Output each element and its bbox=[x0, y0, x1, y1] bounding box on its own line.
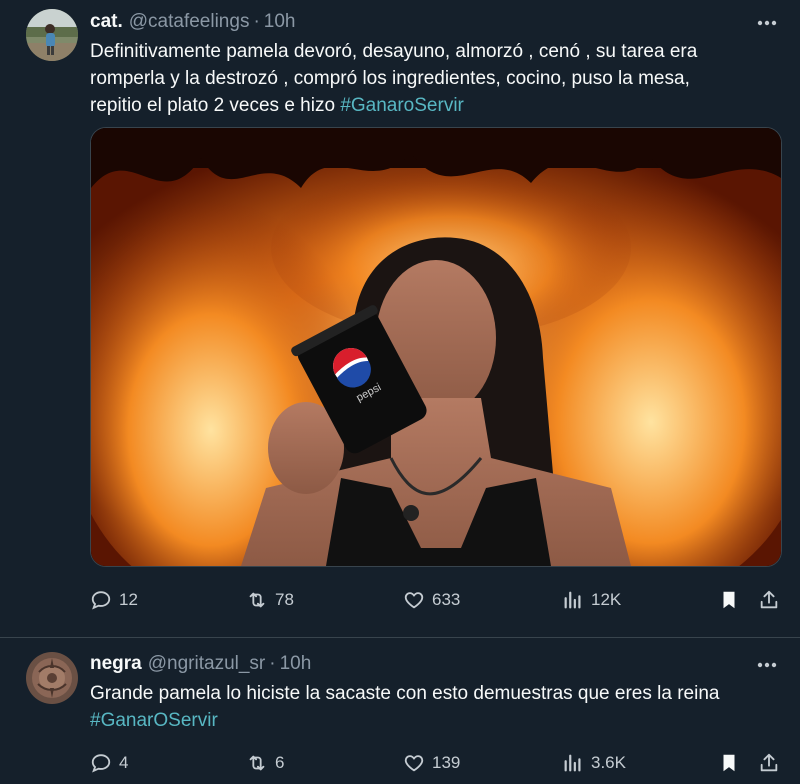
share-icon bbox=[760, 590, 778, 609]
views-button[interactable]: 12K bbox=[562, 581, 621, 619]
reply-icon bbox=[91, 754, 111, 773]
bookmark-button[interactable] bbox=[718, 744, 740, 782]
like-icon bbox=[404, 755, 424, 772]
retweet-button[interactable]: 78 bbox=[246, 581, 294, 619]
tweet[interactable]: cat. @catafeelings · 10h Definitivamente… bbox=[0, 0, 800, 638]
display-name[interactable]: cat. bbox=[90, 10, 123, 34]
text-line: Definitivamente pamela devoró, desayuno,… bbox=[90, 41, 698, 62]
tweet-header: cat. @catafeelings · 10h bbox=[90, 10, 782, 34]
share-icon bbox=[760, 753, 778, 772]
more-button[interactable] bbox=[752, 8, 782, 38]
display-name[interactable]: negra bbox=[90, 652, 142, 676]
reply-icon bbox=[91, 591, 111, 610]
tweet-header: negra @ngritazul_sr · 10h bbox=[90, 652, 782, 676]
like-count: 139 bbox=[432, 753, 461, 772]
tweet[interactable]: negra @ngritazul_sr · 10h Grande pamela … bbox=[0, 638, 800, 784]
reply-button[interactable]: 12 bbox=[90, 581, 138, 619]
reply-count: 12 bbox=[119, 590, 138, 609]
bookmark-button[interactable] bbox=[718, 581, 740, 619]
tweet-actions: 4 6 139 3.6K bbox=[90, 744, 790, 782]
reply-count: 4 bbox=[119, 753, 129, 772]
timestamp[interactable]: 10h bbox=[280, 652, 312, 676]
views-icon bbox=[564, 591, 581, 609]
more-icon bbox=[757, 20, 777, 26]
tweet-actions: 12 78 633 12K bbox=[90, 581, 790, 619]
more-button[interactable] bbox=[752, 650, 782, 680]
avatar-image bbox=[26, 9, 78, 61]
like-button[interactable]: 139 bbox=[403, 744, 460, 782]
tweet-media[interactable]: pepsi bbox=[90, 127, 782, 567]
text-line: romperla y la destrozó , compró los ingr… bbox=[90, 68, 690, 89]
share-button[interactable] bbox=[758, 581, 780, 619]
views-count: 12K bbox=[591, 590, 622, 609]
bookmark-icon bbox=[723, 591, 735, 609]
like-icon bbox=[404, 592, 424, 609]
avatar-image bbox=[26, 652, 78, 704]
handle[interactable]: @ngritazul_sr bbox=[148, 652, 266, 676]
hashtag-link[interactable]: #GanaroServir bbox=[340, 95, 464, 116]
tweet-text: Definitivamente pamela devoró, desayuno,… bbox=[90, 38, 790, 119]
avatar[interactable] bbox=[26, 652, 78, 704]
reply-button[interactable]: 4 bbox=[90, 744, 128, 782]
bookmark-icon bbox=[723, 754, 735, 772]
hashtag-link[interactable]: #GanarOServir bbox=[90, 710, 218, 731]
text-line: #GanarOServir bbox=[90, 707, 790, 734]
media-image: pepsi bbox=[91, 128, 781, 566]
text-line-content: repitio el plato 2 veces e hizo bbox=[90, 95, 341, 116]
tweet-text: Grande pamela lo hiciste la sacaste con … bbox=[90, 680, 790, 734]
more-icon bbox=[757, 662, 777, 668]
handle[interactable]: @catafeelings bbox=[129, 10, 250, 34]
retweet-button[interactable]: 6 bbox=[246, 744, 284, 782]
retweet-icon bbox=[249, 755, 265, 771]
views-icon bbox=[564, 754, 581, 772]
separator: · bbox=[253, 11, 260, 32]
views-count: 3.6K bbox=[591, 753, 626, 772]
avatar[interactable] bbox=[26, 9, 78, 61]
like-count: 633 bbox=[432, 590, 461, 609]
retweet-count: 78 bbox=[275, 590, 294, 609]
views-button[interactable]: 3.6K bbox=[562, 744, 626, 782]
separator: · bbox=[269, 653, 276, 674]
text-line: repitio el plato 2 veces e hizo #GanaroS… bbox=[90, 92, 790, 119]
timestamp[interactable]: 10h bbox=[264, 10, 296, 34]
text-line: Grande pamela lo hiciste la sacaste con … bbox=[90, 683, 720, 704]
like-button[interactable]: 633 bbox=[403, 581, 460, 619]
retweet-icon bbox=[249, 592, 265, 608]
retweet-count: 6 bbox=[275, 753, 285, 772]
share-button[interactable] bbox=[758, 744, 780, 782]
